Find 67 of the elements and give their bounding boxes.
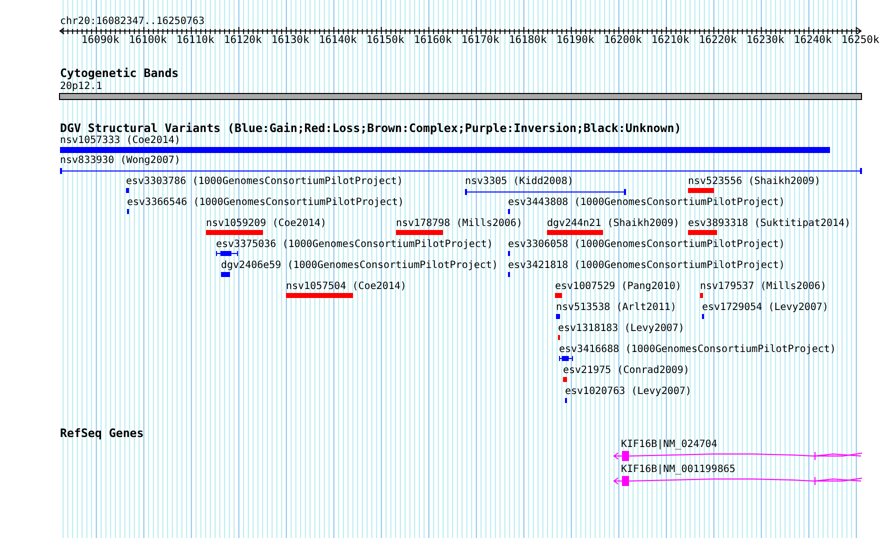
tick-label: 16220k <box>698 35 738 46</box>
tick-label: 16210k <box>650 35 690 46</box>
variant-label: nsv1059209 (Coe2014) <box>206 218 326 229</box>
variant-label: nsv833930 (Wong2007) <box>60 155 180 166</box>
variant-label: esv1318183 (Levy2007) <box>558 323 684 334</box>
variant-bar[interactable] <box>60 147 830 153</box>
tick-label: 16160k <box>412 35 453 46</box>
tick-label: 16190k <box>555 35 596 46</box>
variant-bar[interactable] <box>688 188 714 193</box>
gene-model[interactable] <box>613 476 862 486</box>
variant-label: nsv3305 (Kidd2008) <box>465 176 574 187</box>
ruler-label: chr20:16082347..16250763 <box>60 16 204 27</box>
gene-model[interactable] <box>613 451 862 461</box>
tick-label: 16090k <box>80 35 120 46</box>
variant-bar[interactable] <box>563 377 567 382</box>
variant-bar[interactable] <box>286 293 353 298</box>
tick-label: 16140k <box>318 35 358 46</box>
variant-bar[interactable] <box>556 314 560 319</box>
track-title: RefSeq Genes <box>60 427 144 440</box>
gene-label: KIF16B|NM_001199865 <box>621 464 736 475</box>
variant-label: esv3366546 (1000GenomesConsortiumPilotProject) <box>127 197 404 208</box>
band-label: 20p12.1 <box>60 81 102 92</box>
gene-label: KIF16B|NM_024704 <box>621 439 718 450</box>
variant-label: esv3375036 (1000GenomesConsortiumPilotProject) <box>216 239 493 250</box>
variant-label: esv1020763 (Levy2007) <box>565 386 692 397</box>
tick-label: 16250k <box>840 35 880 46</box>
variant-label: esv3893318 (Suktitipat2014) <box>688 218 851 229</box>
variant-bar[interactable] <box>126 188 129 193</box>
variant-label: nsv178798 (Mills2006) <box>396 218 522 229</box>
variant-whisker[interactable] <box>216 251 238 256</box>
variant-label: esv21975 (Conrad2009) <box>563 365 690 376</box>
variant-label: esv3443808 (1000GenomesConsortiumPilotProject) <box>508 197 785 208</box>
variant-label: esv3303786 (1000GenomesConsortiumPilotProject) <box>126 176 403 187</box>
tick-label: 16100k <box>128 35 168 46</box>
variant-label: dgv244n21 (Shaikh2009) <box>547 218 680 229</box>
track-title: DGV Structural Variants (Blue:Gain;Red:Loss;Brown:Complex;Purple:Inversion;Black:Unknown) <box>60 122 682 135</box>
tick-label: 16180k <box>508 35 548 46</box>
tick-label: 16230k <box>745 35 786 46</box>
variant-label: esv1007529 (Pang2010) <box>555 281 682 292</box>
tick-label: 16130k <box>270 35 310 46</box>
variant-label: esv3306058 (1000GenomesConsortiumPilotProject) <box>508 239 785 250</box>
variant-bar[interactable] <box>547 230 603 235</box>
tick-label: 16200k <box>602 35 643 46</box>
track-title: Cytogenetic Bands <box>60 67 179 80</box>
variant-label: nsv1057333 (Coe2014) <box>60 135 180 146</box>
tick-label: 16120k <box>222 35 263 46</box>
variant-bar[interactable] <box>700 293 703 298</box>
variant-span[interactable] <box>465 189 626 195</box>
tick-label: 16240k <box>792 35 833 46</box>
tick-label: 16110k <box>175 35 216 46</box>
tick-label: 16170k <box>460 35 500 46</box>
variant-bar[interactable] <box>396 230 443 235</box>
variant-label: nsv1057504 (Coe2014) <box>286 281 406 292</box>
variant-label: esv3421818 (1000GenomesConsortiumPilotProject) <box>508 260 785 271</box>
variant-label: nsv523556 (Shaikh2009) <box>688 176 820 187</box>
variant-bar[interactable] <box>555 293 562 298</box>
variant-label: esv3416688 (1000GenomesConsortiumPilotProject) <box>559 344 836 355</box>
variant-bar[interactable] <box>221 272 230 277</box>
variant-label: esv1729054 (Levy2007) <box>702 302 828 313</box>
variant-bar[interactable] <box>206 230 263 235</box>
variant-label: nsv513538 (Arlt2011) <box>556 302 676 313</box>
variant-whisker[interactable] <box>559 356 573 361</box>
variant-span[interactable] <box>60 168 862 174</box>
tick-label: 16150k <box>365 35 406 46</box>
variant-label: nsv179537 (Mills2006) <box>700 281 826 292</box>
variant-label: dgv2406e59 (1000GenomesConsortiumPilotProject) <box>221 260 498 271</box>
variant-bar[interactable] <box>688 230 717 235</box>
